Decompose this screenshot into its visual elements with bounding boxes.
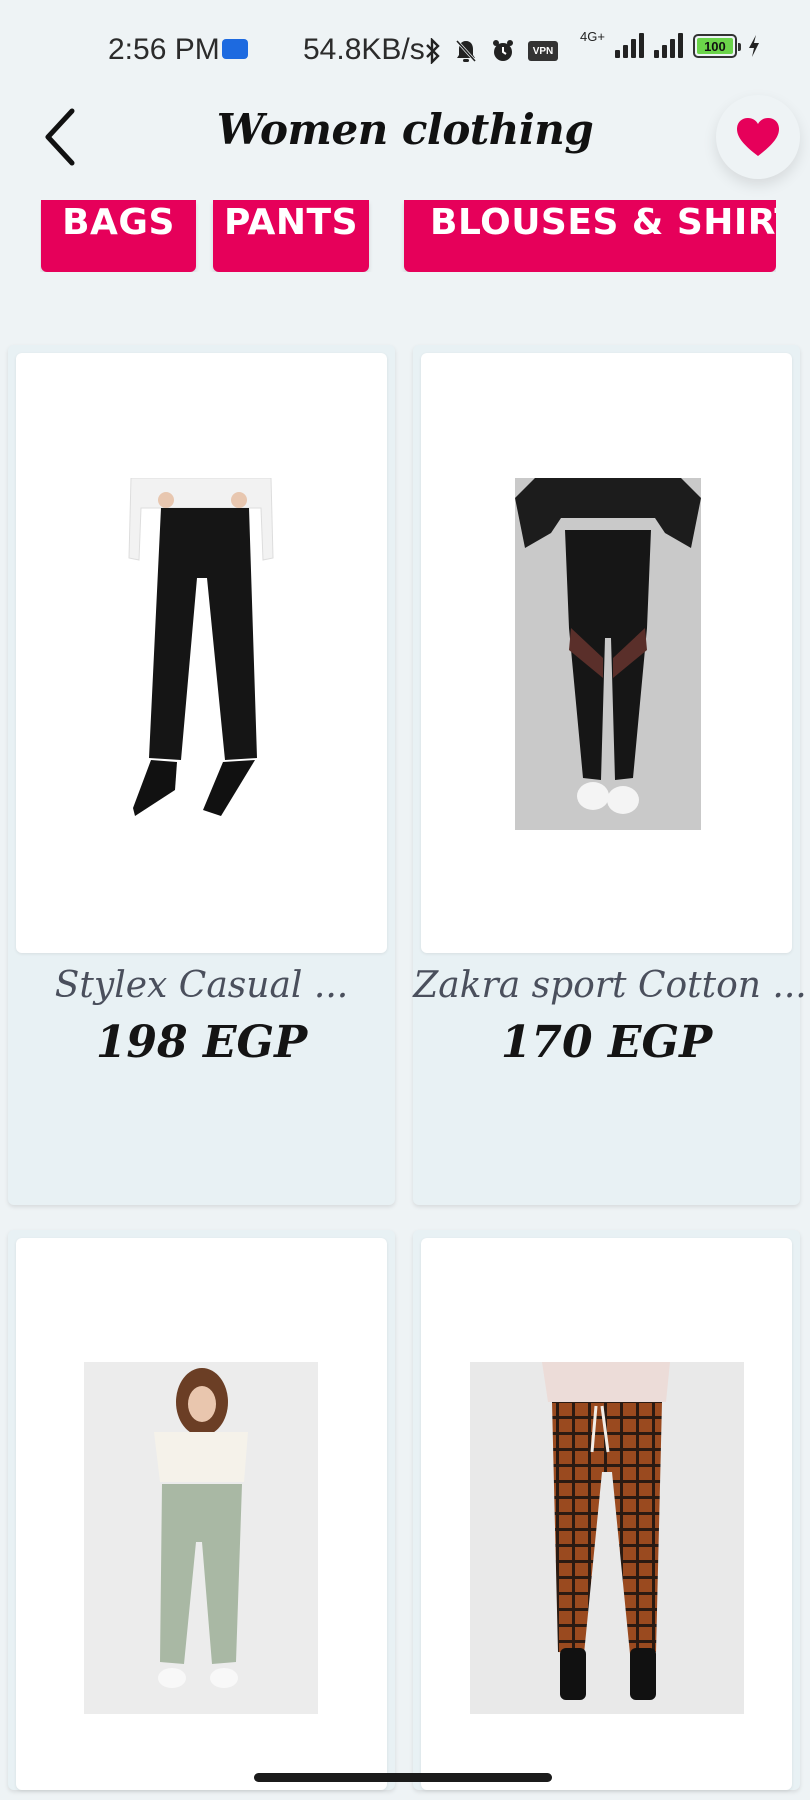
- product-price: 170 EGP: [500, 1017, 713, 1068]
- product-image-frame[interactable]: [16, 1238, 387, 1790]
- charging-icon: [748, 35, 759, 57]
- download-icon: [222, 39, 248, 59]
- heart-icon: [737, 118, 779, 156]
- status-icons: VPN: [424, 34, 558, 68]
- alarm-icon: [493, 40, 513, 61]
- product-photo: [470, 1362, 744, 1714]
- network-type: 4G+: [580, 29, 605, 44]
- product-image-frame[interactable]: [16, 353, 387, 953]
- home-indicator[interactable]: [254, 1773, 552, 1782]
- category-chips: BAGS PANTS BLOUSES & SHIRTS: [40, 200, 776, 272]
- signal-icon-2: [653, 32, 683, 58]
- category-chip-blouses-shirts[interactable]: BLOUSES & SHIRTS: [404, 200, 776, 272]
- network-speed: 54.8KB/s: [303, 33, 425, 66]
- product-photo: [121, 478, 281, 818]
- product-name[interactable]: Zakra sport Cotton ...: [410, 965, 810, 1006]
- page-title: Women clothing: [216, 105, 594, 154]
- product-photo: [515, 478, 701, 830]
- product-grid: Stylex Casual ... 198 EGP Zakra sport Co…: [0, 345, 810, 1790]
- category-chip-bags[interactable]: BAGS: [41, 200, 196, 272]
- battery-level: 100: [696, 38, 733, 54]
- favorites-button[interactable]: [716, 95, 800, 179]
- product-price: 198 EGP: [95, 1017, 308, 1068]
- product-image-frame[interactable]: [421, 353, 792, 953]
- status-bar: 2:56 PM 54.8KB/s VPN 4G+ 100: [0, 0, 810, 100]
- product-name[interactable]: Stylex Casual ...: [8, 965, 395, 1006]
- category-chip-pants[interactable]: PANTS: [213, 200, 369, 272]
- status-right: 4G+ 100: [580, 29, 761, 58]
- signal-icon: [614, 32, 644, 58]
- vpn-badge: VPN: [528, 41, 558, 61]
- status-time: 2:56 PM: [108, 33, 220, 66]
- bell-muted-icon: [455, 39, 477, 63]
- app-header: Women clothing: [0, 95, 810, 185]
- product-photo: [84, 1362, 318, 1714]
- product-image-frame[interactable]: [421, 1238, 792, 1790]
- bluetooth-icon: [426, 38, 440, 64]
- battery-icon: 100: [692, 34, 741, 58]
